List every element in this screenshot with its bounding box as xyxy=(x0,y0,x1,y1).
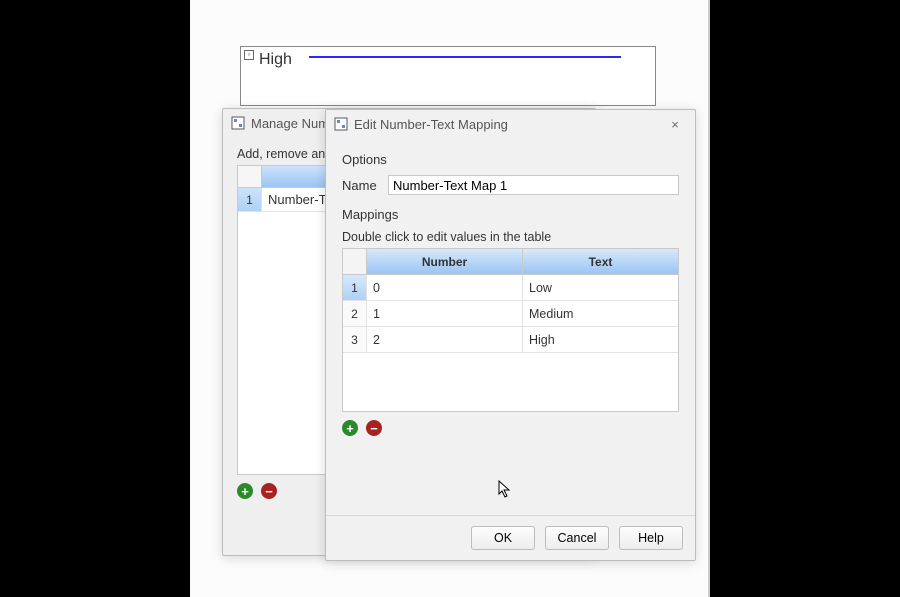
table-row[interactable]: 1 0 Low xyxy=(343,275,678,301)
col-number[interactable]: Number xyxy=(367,249,523,274)
edit-dialog-titlebar[interactable]: Edit Number-Text Mapping × xyxy=(326,110,695,138)
edit-dialog-title: Edit Number-Text Mapping xyxy=(354,117,508,132)
widget-handle[interactable]: ▫ xyxy=(244,50,254,60)
add-mapping-button[interactable]: + xyxy=(342,420,358,436)
options-label: Options xyxy=(342,152,679,167)
name-input[interactable] xyxy=(388,175,679,195)
remove-mapping-button[interactable]: − xyxy=(366,420,382,436)
row-index: 1 xyxy=(343,275,367,300)
mapping-icon xyxy=(231,116,245,130)
cell-text[interactable]: Low xyxy=(523,275,678,300)
cell-text[interactable]: Medium xyxy=(523,301,678,326)
cursor-icon xyxy=(498,480,512,500)
cell-number[interactable]: 0 xyxy=(367,275,523,300)
meter-bar xyxy=(309,56,621,58)
mapping-icon xyxy=(334,117,348,131)
mappings-label: Mappings xyxy=(342,207,679,222)
plus-icon: + xyxy=(346,422,354,435)
row-index: 1 xyxy=(238,188,262,211)
mappings-table-header: Number Text xyxy=(343,249,678,275)
minus-icon: − xyxy=(265,485,273,498)
add-button[interactable]: + xyxy=(237,483,253,499)
cell-number[interactable]: 2 xyxy=(367,327,523,352)
row-index: 2 xyxy=(343,301,367,326)
close-icon: × xyxy=(671,117,679,132)
col-text[interactable]: Text xyxy=(523,249,678,274)
close-button[interactable]: × xyxy=(663,114,687,134)
edit-dialog: Edit Number-Text Mapping × Options Name … xyxy=(325,109,696,561)
dialog-buttons: OK Cancel Help xyxy=(326,515,695,560)
plus-icon: + xyxy=(241,485,249,498)
name-label: Name xyxy=(342,178,380,193)
cancel-button[interactable]: Cancel xyxy=(545,526,609,550)
table-row[interactable]: 3 2 High xyxy=(343,327,678,353)
cell-number[interactable]: 1 xyxy=(367,301,523,326)
mappings-table[interactable]: Number Text 1 0 Low 2 1 Medium 3 2 High xyxy=(342,248,679,412)
row-index: 3 xyxy=(343,327,367,352)
mappings-hint: Double click to edit values in the table xyxy=(342,230,679,244)
app-canvas: ▫ High Manage Number Add, remove and edi… xyxy=(190,0,710,597)
remove-button[interactable]: − xyxy=(261,483,277,499)
meter-widget[interactable]: ▫ High xyxy=(240,46,656,106)
ok-button[interactable]: OK xyxy=(471,526,535,550)
help-button[interactable]: Help xyxy=(619,526,683,550)
meter-value-label: High xyxy=(259,51,292,69)
table-row[interactable]: 2 1 Medium xyxy=(343,301,678,327)
minus-icon: − xyxy=(370,422,378,435)
cell-text[interactable]: High xyxy=(523,327,678,352)
